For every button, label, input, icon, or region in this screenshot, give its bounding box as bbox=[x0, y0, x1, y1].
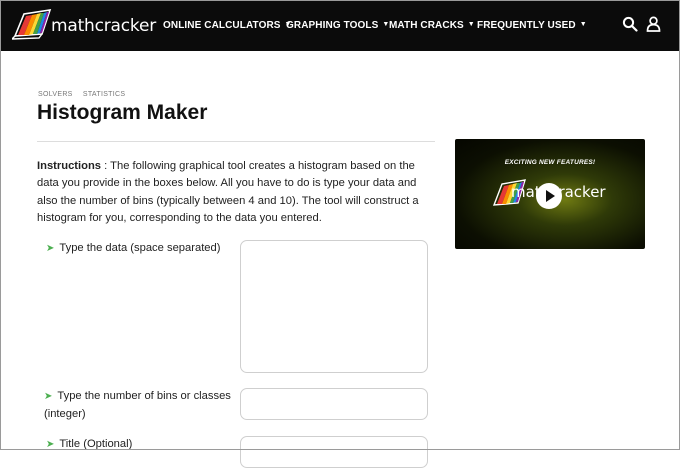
nav-label: MATH CRACKS bbox=[389, 20, 464, 31]
green-arrow-icon: ➤ bbox=[46, 243, 55, 254]
green-arrow-icon: ➤ bbox=[44, 391, 53, 402]
title-input[interactable] bbox=[240, 436, 428, 468]
caret-down-icon: ▼ bbox=[467, 21, 475, 28]
search-icon[interactable] bbox=[622, 16, 638, 32]
nav-label: ONLINE CALCULATORS bbox=[163, 20, 281, 31]
logo-text: mathcracker bbox=[51, 16, 157, 36]
data-textarea[interactable] bbox=[240, 240, 428, 373]
video-tagline: EXCITING NEW FEATURES! bbox=[504, 159, 596, 166]
instructions-lead: Instructions bbox=[37, 160, 102, 172]
rainbow-cube-logo-icon bbox=[12, 9, 52, 40]
divider bbox=[37, 141, 435, 142]
top-navigation-bar: mathcracker ONLINE CALCULATORS ▼ GRAPHING… bbox=[0, 0, 680, 51]
data-label-text: Type the data (space separated) bbox=[59, 242, 221, 254]
user-icon[interactable] bbox=[646, 16, 661, 32]
green-arrow-icon: ➤ bbox=[46, 439, 55, 450]
breadcrumb-solvers[interactable]: SOLVERS bbox=[38, 91, 73, 98]
nav-math-cracks[interactable]: MATH CRACKS ▼ bbox=[389, 20, 475, 31]
nav-label: GRAPHING TOOLS bbox=[286, 20, 379, 31]
nav-online-calculators[interactable]: ONLINE CALCULATORS ▼ bbox=[163, 20, 292, 31]
instructions-paragraph: Instructions : The following graphical t… bbox=[37, 158, 439, 227]
nav-frequently-used[interactable]: FREQUENTLY USED ▼ bbox=[477, 20, 587, 31]
play-icon[interactable] bbox=[536, 183, 562, 209]
title-label-text: Title (Optional) bbox=[59, 438, 133, 450]
nav-graphing-tools[interactable]: GRAPHING TOOLS ▼ bbox=[286, 20, 389, 31]
page-title: Histogram Maker bbox=[37, 101, 208, 124]
breadcrumb: SOLVERS STATISTICS bbox=[38, 91, 133, 98]
bins-label-text: Type the number of bins or classes (inte… bbox=[44, 390, 231, 420]
nav-label: FREQUENTLY USED bbox=[477, 20, 576, 31]
title-field-label: ➤ Title (Optional) bbox=[46, 436, 132, 454]
mathcracker-logo[interactable]: mathcracker bbox=[12, 8, 156, 42]
breadcrumb-statistics[interactable]: STATISTICS bbox=[83, 91, 125, 98]
bins-input[interactable] bbox=[240, 388, 428, 420]
caret-down-icon: ▼ bbox=[579, 21, 587, 28]
data-field-label: ➤ Type the data (space separated) bbox=[46, 240, 220, 258]
bins-field-label: ➤ Type the number of bins or classes (int… bbox=[44, 388, 234, 422]
promo-video[interactable]: EXCITING NEW FEATURES! mathcracker bbox=[455, 139, 645, 249]
